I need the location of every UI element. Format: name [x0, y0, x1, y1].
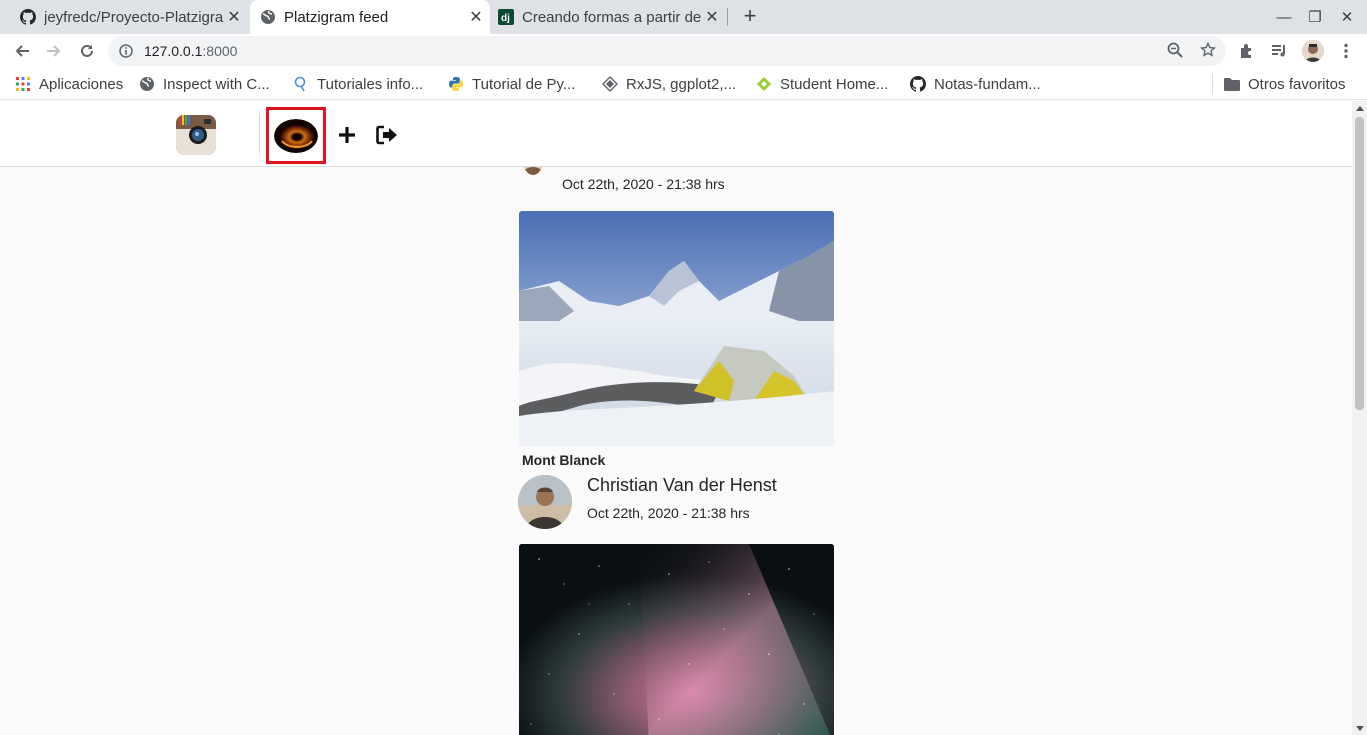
globe-icon — [260, 9, 276, 25]
bookmark-star-icon[interactable] — [1199, 41, 1217, 59]
post-title: Mont Blanck — [522, 452, 606, 468]
tab-django[interactable]: dj Creando formas a partir de modelos ✕ — [490, 0, 726, 34]
post-photo-milky-way[interactable] — [519, 544, 834, 735]
bookmarks-bar: Aplicaciones Inspect with C... Tutoriale… — [0, 68, 1367, 100]
info-icon[interactable] — [118, 43, 134, 59]
forward-button[interactable] — [42, 39, 66, 63]
search-balloon-icon — [293, 76, 309, 92]
folder-icon — [1224, 76, 1240, 92]
snow-mountain-image — [519, 211, 834, 446]
bookmark-label: Tutoriales info... — [317, 75, 424, 93]
bookmark-label: Aplicaciones — [39, 75, 124, 93]
window-close-button[interactable]: ✕ — [1336, 6, 1358, 28]
zoom-icon[interactable] — [1166, 41, 1184, 59]
student-diamond-icon — [756, 76, 772, 92]
bookmark-label: Notas-fundam... — [934, 75, 1041, 93]
bookmark-label: RxJS, ggplot2,... — [626, 75, 737, 93]
browser-toolbar: 127.0.0.1:8000 — [0, 34, 1367, 68]
tab-title: jeyfredc/Proyecto-Platzigram — [44, 8, 224, 26]
sign-out-icon — [376, 125, 397, 145]
address-bar[interactable]: 127.0.0.1:8000 — [108, 36, 1226, 66]
bookmark-label: Inspect with C... — [163, 75, 270, 93]
github-icon — [910, 76, 926, 92]
profile-button[interactable] — [266, 107, 326, 164]
github-icon — [20, 9, 36, 25]
svg-text:dj: dj — [501, 13, 510, 24]
navbar-divider — [259, 113, 260, 155]
bookmark-tutoriales[interactable]: Tutoriales info... — [293, 75, 423, 93]
extensions-icon[interactable] — [1237, 41, 1257, 61]
tab-github[interactable]: jeyfredc/Proyecto-Platzigram ✕ — [12, 0, 248, 34]
back-button[interactable] — [10, 39, 34, 63]
url-port: :8000 — [202, 43, 238, 59]
close-icon[interactable]: ✕ — [466, 7, 486, 27]
back-arrow-icon — [15, 45, 29, 57]
page-scrollbar[interactable] — [1352, 101, 1367, 735]
logout-button[interactable] — [376, 125, 398, 145]
restore-button[interactable]: ❐ — [1304, 6, 1326, 28]
scroll-down-icon[interactable] — [1356, 726, 1364, 731]
minimize-button[interactable]: — — [1273, 6, 1295, 28]
tab-platzigram-active[interactable]: Platzigram feed ✕ — [250, 0, 490, 34]
plus-icon — [339, 127, 355, 143]
url-text: 127.0.0.1:8000 — [144, 43, 237, 59]
django-icon: dj — [498, 9, 514, 25]
post-date: Oct 22th, 2020 - 21:38 hrs — [562, 176, 725, 192]
instagram-logo-icon[interactable] — [176, 115, 216, 155]
forward-arrow-icon — [47, 45, 61, 57]
scroll-up-icon[interactable] — [1356, 106, 1364, 111]
post-author-name[interactable]: Christian Van der Henst — [587, 475, 777, 496]
scrollbar-thumb[interactable] — [1355, 117, 1364, 410]
post-photo-mountain[interactable] — [519, 211, 834, 446]
bookmark-rxjs[interactable]: RxJS, ggplot2,... — [602, 75, 736, 93]
bookmarks-divider — [1212, 74, 1213, 94]
tab-title: Platzigram feed — [284, 8, 389, 26]
bookmark-python[interactable]: Tutorial de Py... — [448, 75, 575, 93]
apps-grid-icon — [15, 76, 31, 92]
tab-separator — [727, 8, 728, 26]
more-menu-icon[interactable] — [1336, 41, 1356, 61]
media-queue-icon[interactable] — [1269, 41, 1289, 61]
other-bookmarks-folder[interactable]: Otros favoritos — [1224, 75, 1346, 93]
bookmark-inspect[interactable]: Inspect with C... — [139, 75, 270, 93]
new-post-button[interactable] — [336, 124, 358, 146]
diamond-icon — [602, 76, 618, 92]
bookmark-student-home[interactable]: Student Home... — [756, 75, 888, 93]
bookmark-label: Tutorial de Py... — [472, 75, 576, 93]
bookmark-apps[interactable]: Aplicaciones — [15, 75, 123, 93]
bookmark-label: Student Home... — [780, 75, 889, 93]
user-avatar-icon[interactable] — [1302, 40, 1324, 62]
milky-way-image — [519, 544, 834, 735]
reload-button[interactable] — [75, 39, 99, 63]
bookmark-label: Otros favoritos — [1248, 75, 1346, 93]
url-host: 127.0.0.1 — [144, 43, 203, 59]
page-viewport: Oct 22th, 2020 - 21:38 hrs Mont Blanck C… — [0, 101, 1352, 735]
tab-strip: jeyfredc/Proyecto-Platzigram ✕ Platzigra… — [0, 0, 1367, 34]
platzigram-navbar — [0, 101, 1352, 167]
new-tab-button[interactable]: + — [738, 5, 762, 29]
author-avatar[interactable] — [518, 475, 572, 529]
eye-avatar-icon — [274, 118, 318, 153]
python-icon — [448, 76, 464, 92]
tab-title: Creando formas a partir de modelos — [522, 8, 702, 26]
globe-icon — [139, 76, 155, 92]
reload-icon — [81, 44, 93, 57]
close-icon[interactable]: ✕ — [224, 7, 244, 27]
bookmark-notas[interactable]: Notas-fundam... — [910, 75, 1041, 93]
close-icon[interactable]: ✕ — [702, 7, 722, 27]
post-date: Oct 22th, 2020 - 21:38 hrs — [587, 505, 750, 521]
